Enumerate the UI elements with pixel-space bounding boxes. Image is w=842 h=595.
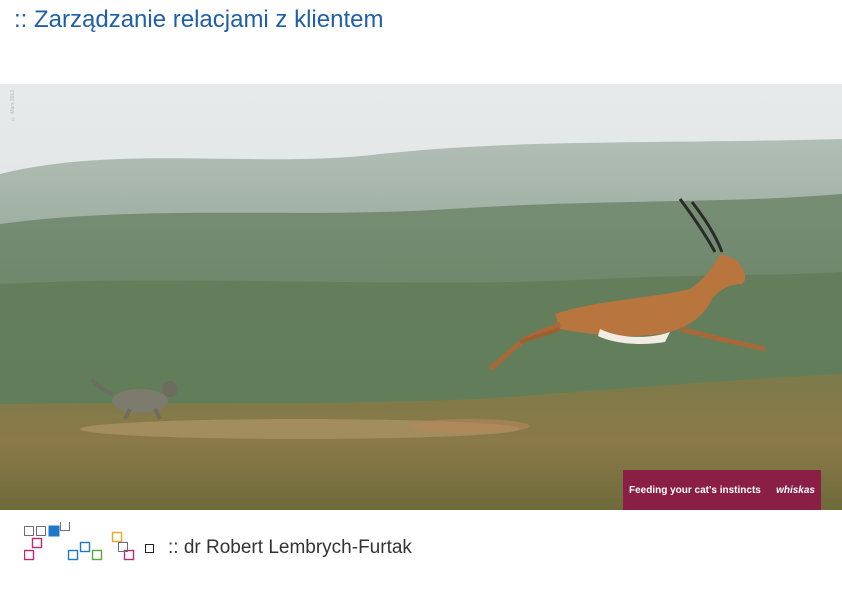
author-name: :: dr Robert Lembrych-Furtak (168, 537, 412, 558)
university-logo-icon (24, 522, 135, 561)
slide-footer: :: dr Robert Lembrych-Furtak (0, 515, 842, 595)
whiskas-logo: whiskas (776, 484, 815, 496)
banner-tagline: Feeding your cat's instincts (629, 484, 761, 496)
advert-photo (0, 84, 842, 510)
photo-credit: © Mars 2013 (10, 90, 16, 122)
whiskas-banner: Feeding your cat's instincts whiskas (623, 470, 821, 510)
slide-title: :: Zarządzanie relacjami z klientem (14, 6, 384, 33)
bullet-square-icon (145, 544, 154, 553)
